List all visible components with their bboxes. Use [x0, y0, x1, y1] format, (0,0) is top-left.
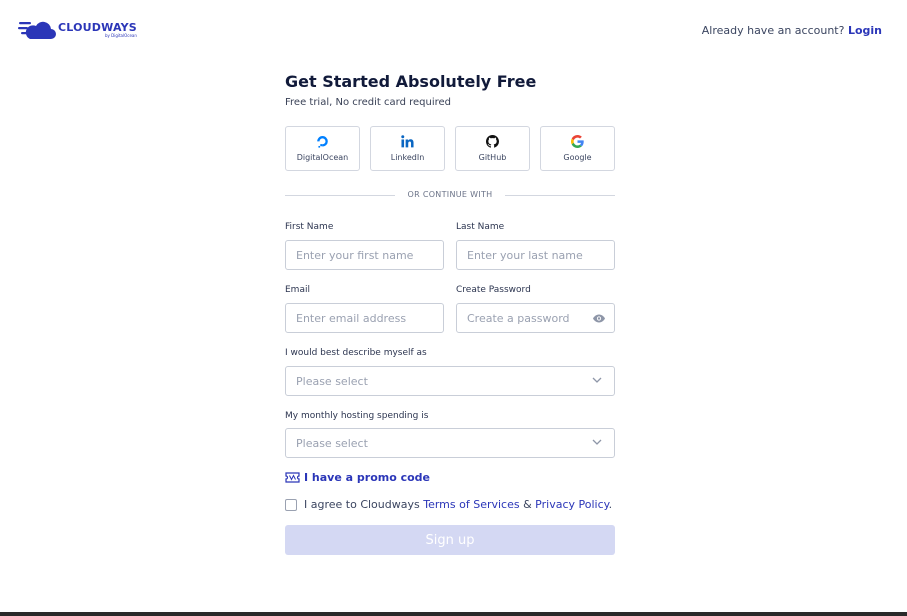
password-label: Create Password — [456, 285, 531, 295]
spending-select-value: Please select — [296, 437, 368, 450]
social-label: Google — [563, 153, 592, 162]
describe-label: I would best describe myself as — [285, 348, 427, 358]
github-icon — [486, 135, 499, 148]
email-field — [285, 303, 444, 333]
terms-ampersand: & — [523, 498, 532, 511]
terms-of-service-link[interactable]: Terms of Services — [423, 498, 519, 511]
account-prompt-text: Already have an account? — [701, 24, 845, 37]
social-label: DigitalOcean — [296, 153, 349, 162]
bottom-strip — [0, 612, 907, 616]
describe-select[interactable]: Please select — [285, 366, 615, 396]
terms-prefix: I agree to Cloudways — [304, 498, 420, 511]
describe-select-value: Please select — [296, 375, 368, 388]
privacy-policy-link[interactable]: Privacy Policy — [535, 498, 608, 511]
terms-suffix: . — [608, 498, 613, 511]
linkedin-login-button[interactable]: LinkedIn — [370, 126, 445, 171]
logo-brand-text: CLOUDWAYS — [58, 21, 137, 34]
divider-text: OR CONTINUE WITH — [407, 190, 493, 199]
email-input[interactable] — [286, 304, 443, 332]
first-name-input[interactable] — [286, 241, 443, 269]
spending-label: My monthly hosting spending is — [285, 411, 429, 421]
first-name-label: First Name — [285, 222, 334, 232]
last-name-label: Last Name — [456, 222, 505, 232]
google-login-button[interactable]: Google — [540, 126, 615, 171]
ticket-icon — [285, 472, 300, 483]
digitalocean-login-button[interactable]: DigitalOcean — [285, 126, 360, 171]
promo-code-link[interactable]: I have a promo code — [285, 471, 430, 484]
page-title: Get Started Absolutely Free — [285, 72, 537, 91]
google-icon — [571, 135, 584, 148]
social-label: LinkedIn — [390, 153, 425, 162]
logo-sub-text: by DigitalOcean — [104, 33, 137, 38]
cloud-logo-icon — [18, 21, 56, 39]
page-subtitle: Free trial, No credit card required — [285, 97, 452, 108]
email-label: Email — [285, 285, 310, 295]
github-login-button[interactable]: GitHub — [455, 126, 530, 171]
terms-checkbox[interactable] — [285, 498, 297, 511]
or-divider: OR CONTINUE WITH — [285, 190, 615, 200]
last-name-field — [456, 240, 615, 270]
chevron-down-icon — [592, 439, 602, 445]
first-name-field — [285, 240, 444, 270]
terms-agreement: I agree to Cloudways Terms of Services &… — [285, 498, 612, 511]
login-link[interactable]: Login — [848, 24, 882, 37]
chevron-down-icon — [592, 377, 602, 383]
last-name-input[interactable] — [457, 241, 614, 269]
linkedin-icon — [401, 135, 414, 148]
eye-icon[interactable] — [593, 314, 605, 323]
password-input[interactable] — [457, 304, 614, 332]
social-label: GitHub — [478, 153, 507, 162]
signup-form: Get Started Absolutely Free Free trial, … — [285, 72, 615, 555]
digitalocean-icon — [317, 136, 328, 148]
password-field — [456, 303, 615, 333]
cloudways-logo[interactable]: CLOUDWAYS by DigitalOcean — [18, 19, 137, 41]
signup-button[interactable]: Sign up — [285, 525, 615, 555]
top-bar: CLOUDWAYS by DigitalOcean Already have a… — [0, 0, 907, 62]
terms-text: I agree to Cloudways Terms of Services &… — [304, 498, 612, 511]
account-prompt: Already have an account? Login — [702, 24, 882, 37]
social-login-row: DigitalOcean LinkedIn GitHub Google — [285, 126, 615, 171]
promo-code-text: I have a promo code — [304, 471, 431, 484]
spending-select[interactable]: Please select — [285, 428, 615, 458]
